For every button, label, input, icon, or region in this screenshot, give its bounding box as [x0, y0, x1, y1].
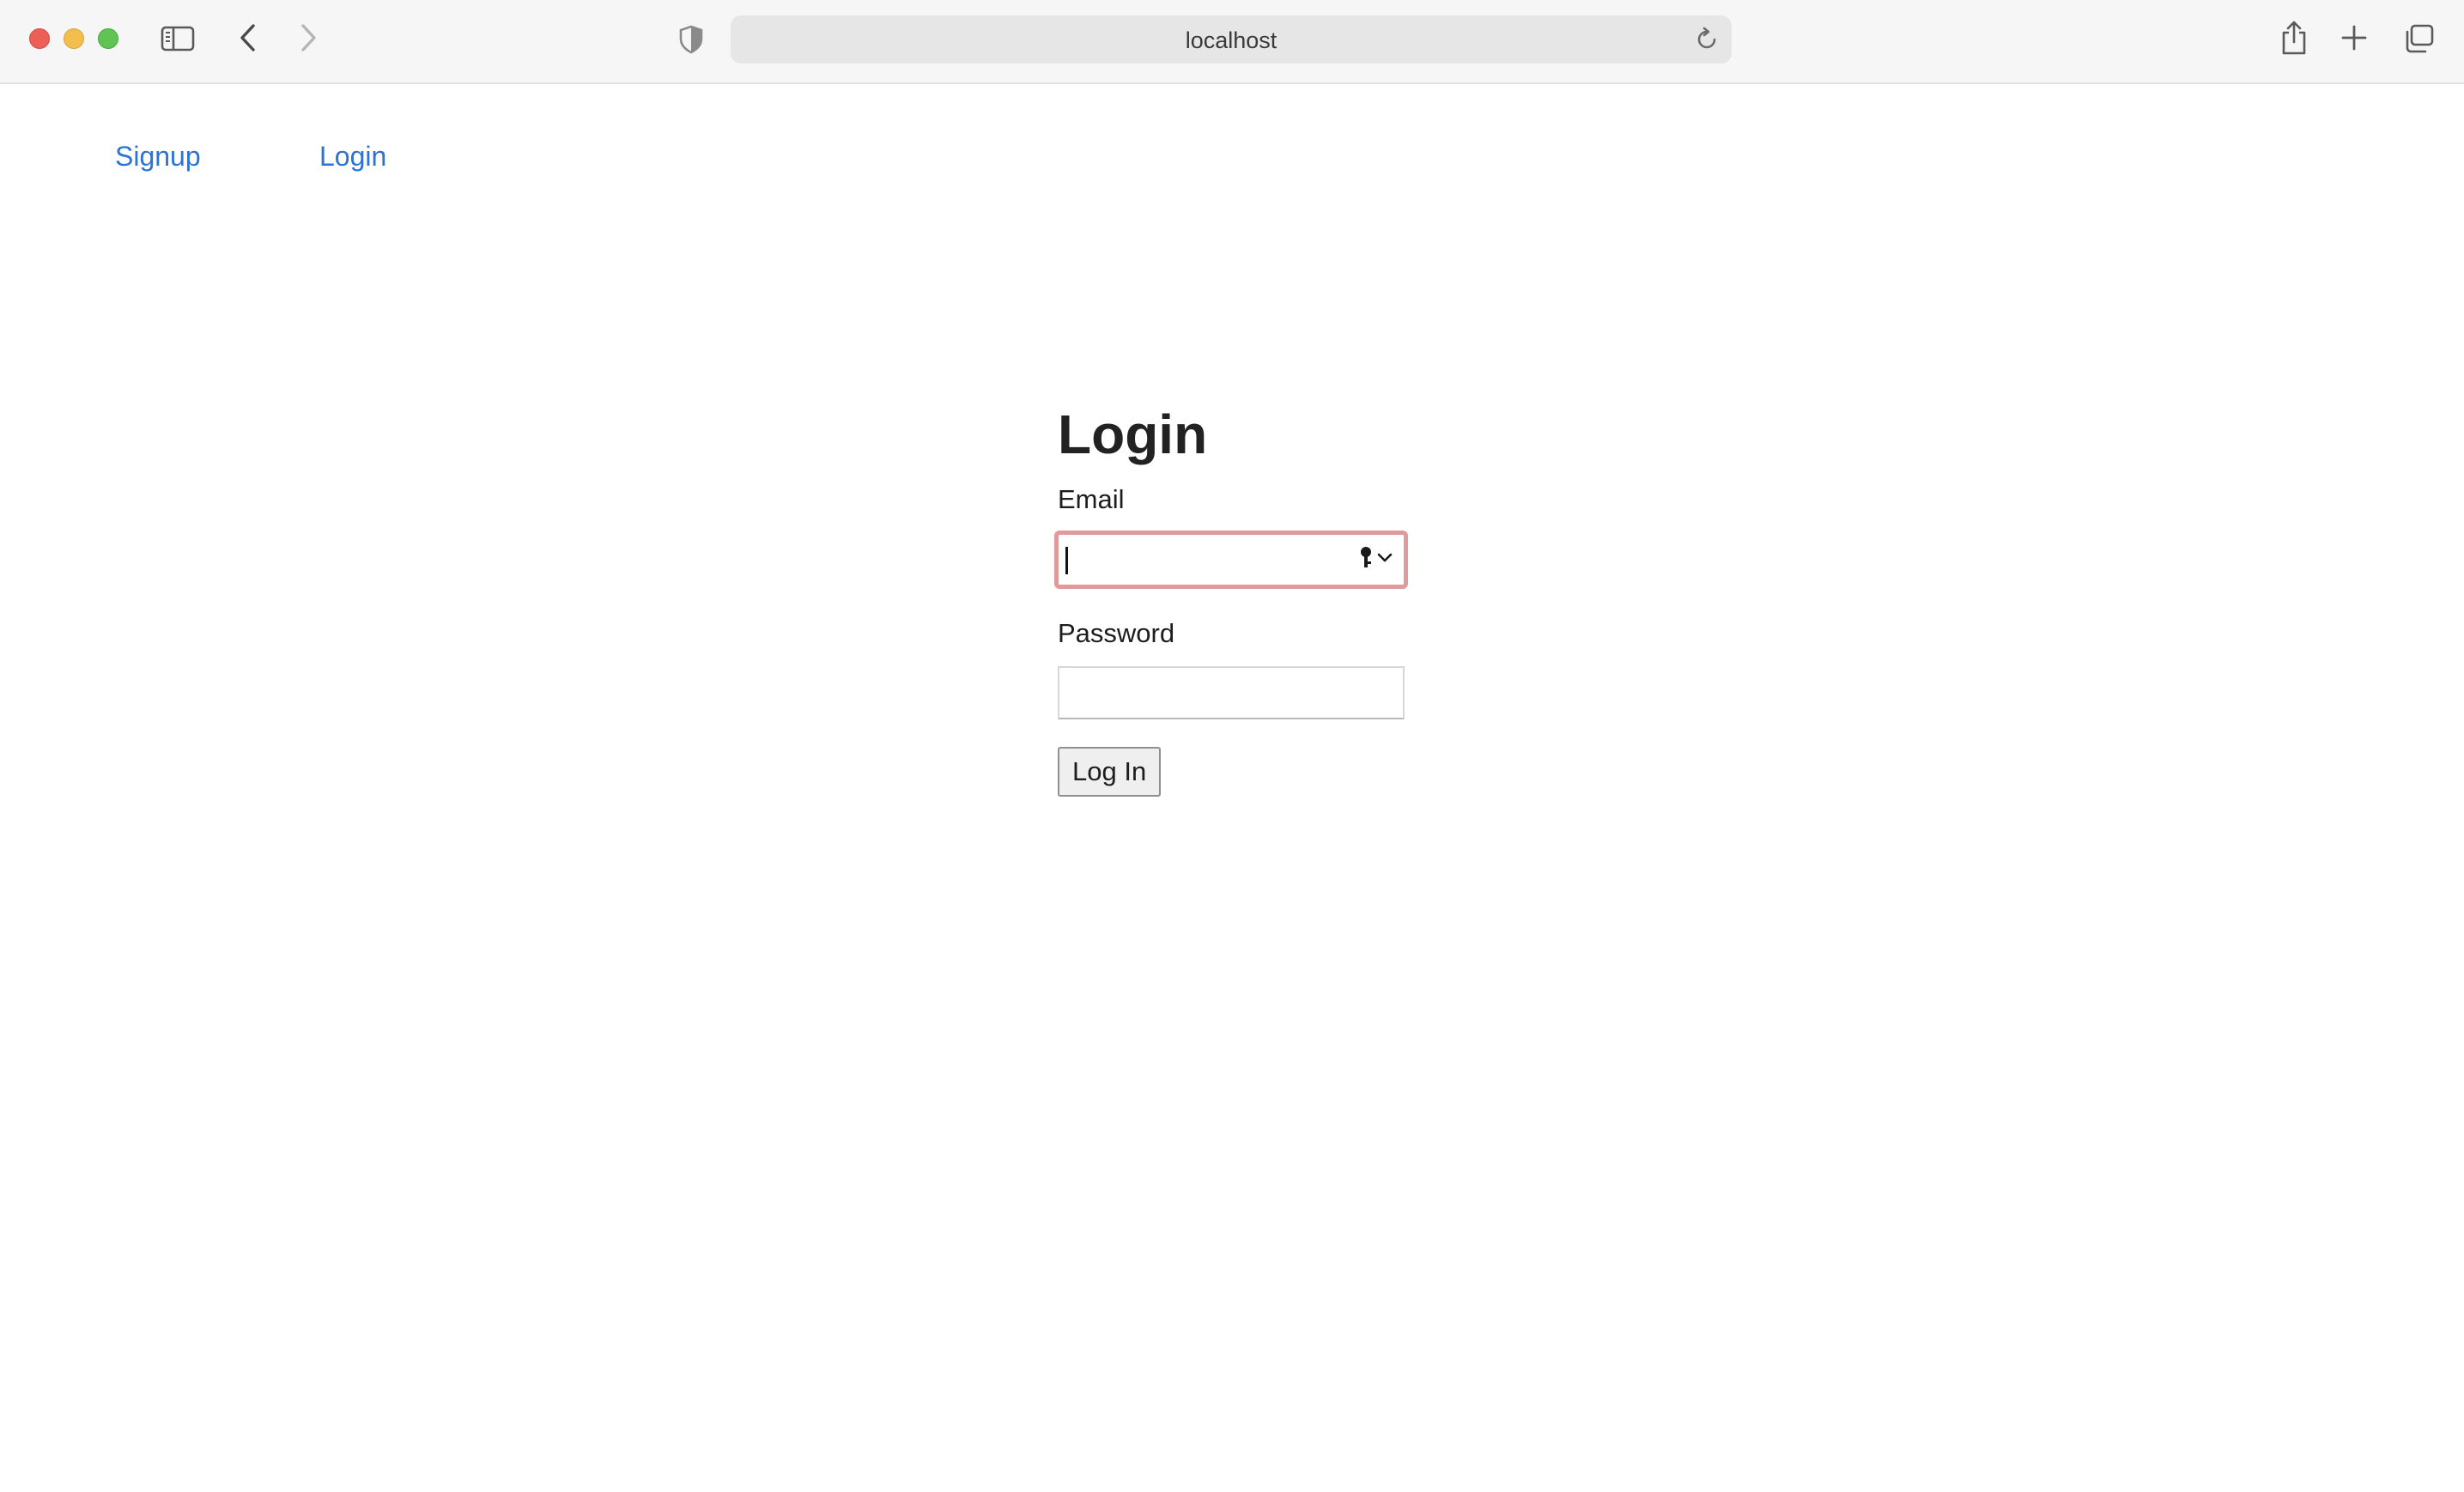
tab-overview-icon[interactable]	[2400, 22, 2437, 55]
email-field[interactable]	[1059, 535, 1350, 585]
url-text: localhost	[1185, 27, 1278, 53]
zoom-window-icon[interactable]	[98, 28, 118, 49]
minimize-window-icon[interactable]	[64, 28, 84, 49]
address-bar[interactable]: localhost	[731, 15, 1732, 64]
chevron-down-icon	[1376, 552, 1393, 568]
new-tab-icon[interactable]	[2339, 22, 2370, 53]
privacy-shield-icon[interactable]	[677, 24, 706, 55]
email-label: Email	[1058, 484, 1125, 514]
signup-link[interactable]: Signup	[115, 141, 201, 173]
password-field[interactable]	[1058, 666, 1405, 719]
text-cursor	[1065, 547, 1068, 574]
reload-icon[interactable]	[1694, 27, 1720, 57]
sidebar-icon[interactable]	[160, 24, 196, 53]
forward-icon[interactable]	[295, 22, 321, 53]
back-icon[interactable]	[235, 22, 261, 53]
share-icon[interactable]	[2277, 19, 2311, 57]
close-window-icon[interactable]	[29, 28, 50, 49]
login-form: Login Email Password Log In	[1054, 400, 1418, 797]
login-link[interactable]: Login	[319, 141, 386, 173]
password-label: Password	[1058, 618, 1175, 648]
log-in-button[interactable]: Log In	[1058, 747, 1162, 797]
key-icon	[1359, 546, 1375, 574]
browser-toolbar: localhost	[0, 0, 2464, 84]
page-title: Login	[1058, 403, 1208, 465]
password-autofill-button[interactable]	[1359, 546, 1397, 574]
email-field-wrapper	[1054, 531, 1408, 589]
